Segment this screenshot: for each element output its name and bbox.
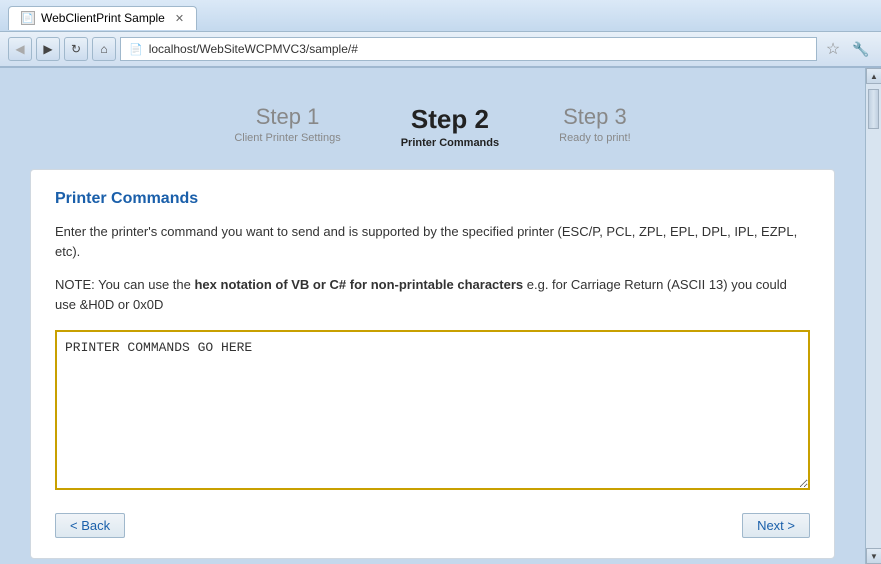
page-address-icon: 📄 bbox=[129, 43, 143, 56]
scroll-down-btn[interactable]: ▼ bbox=[866, 548, 881, 564]
title-bar: 📄 WebClientPrint Sample ✕ bbox=[0, 0, 881, 32]
note-text: NOTE: You can use the hex notation of VB… bbox=[55, 275, 810, 314]
card-description: Enter the printer's command you want to … bbox=[55, 222, 810, 261]
step2-number: Step 2 bbox=[401, 104, 499, 135]
forward-btn[interactable]: ▶ bbox=[36, 37, 60, 61]
back-btn-label: < Back bbox=[70, 518, 110, 533]
back-btn[interactable]: ◀ bbox=[8, 37, 32, 61]
browser-window: 📄 WebClientPrint Sample ✕ ◀ ▶ ↻ ⌂ 📄 ☆ 🔧 bbox=[0, 0, 881, 564]
step1-number: Step 1 bbox=[234, 104, 340, 130]
step-2[interactable]: Step 2 Printer Commands bbox=[401, 104, 499, 149]
settings-btn[interactable]: 🔧 bbox=[849, 37, 873, 61]
step3-label: Ready to print! bbox=[559, 132, 631, 144]
wizard-steps: Step 1 Client Printer Settings Step 2 Pr… bbox=[30, 88, 835, 169]
step-1[interactable]: Step 1 Client Printer Settings bbox=[234, 104, 340, 149]
scrollbar-track[interactable] bbox=[866, 84, 881, 548]
main-card: Printer Commands Enter the printer's com… bbox=[30, 169, 835, 559]
step3-number: Step 3 bbox=[559, 104, 631, 130]
tab-title: WebClientPrint Sample bbox=[41, 11, 165, 25]
printer-commands-input[interactable] bbox=[55, 330, 810, 490]
tab-close-btn[interactable]: ✕ bbox=[175, 12, 184, 25]
scrollbar-thumb[interactable] bbox=[868, 89, 879, 129]
address-input[interactable] bbox=[149, 42, 808, 56]
note-bold: hex notation of VB or C# for non-printab… bbox=[194, 277, 523, 292]
wrench-icon: 🔧 bbox=[852, 41, 869, 58]
scrollbar[interactable]: ▲ ▼ bbox=[865, 68, 881, 564]
nav-bar: ◀ ▶ ↻ ⌂ 📄 ☆ 🔧 bbox=[0, 32, 881, 68]
card-title: Printer Commands bbox=[55, 190, 810, 208]
content-area: Step 1 Client Printer Settings Step 2 Pr… bbox=[0, 68, 881, 564]
back-icon: ◀ bbox=[15, 42, 24, 56]
back-action-btn[interactable]: < Back bbox=[55, 513, 125, 538]
address-bar[interactable]: 📄 bbox=[120, 37, 817, 61]
forward-icon: ▶ bbox=[43, 42, 52, 56]
star-icon: ☆ bbox=[826, 39, 840, 59]
home-btn[interactable]: ⌂ bbox=[92, 37, 116, 61]
refresh-btn[interactable]: ↻ bbox=[64, 37, 88, 61]
scroll-up-btn[interactable]: ▲ bbox=[866, 68, 881, 84]
next-action-btn[interactable]: Next > bbox=[742, 513, 810, 538]
bookmark-btn[interactable]: ☆ bbox=[821, 37, 845, 61]
home-icon: ⌂ bbox=[100, 42, 107, 56]
step-3[interactable]: Step 3 Ready to print! bbox=[559, 104, 631, 149]
step2-label: Printer Commands bbox=[401, 137, 499, 149]
page-icon: 📄 bbox=[21, 11, 35, 25]
step1-label: Client Printer Settings bbox=[234, 132, 340, 144]
page-content: Step 1 Client Printer Settings Step 2 Pr… bbox=[0, 68, 865, 564]
nav-buttons: < Back Next > bbox=[55, 513, 810, 538]
description-text: Enter the printer's command you want to … bbox=[55, 224, 797, 259]
note-prefix: NOTE: You can use the bbox=[55, 277, 194, 292]
next-btn-label: Next > bbox=[757, 518, 795, 533]
refresh-icon: ↻ bbox=[71, 42, 81, 56]
browser-tab[interactable]: 📄 WebClientPrint Sample ✕ bbox=[8, 6, 197, 30]
